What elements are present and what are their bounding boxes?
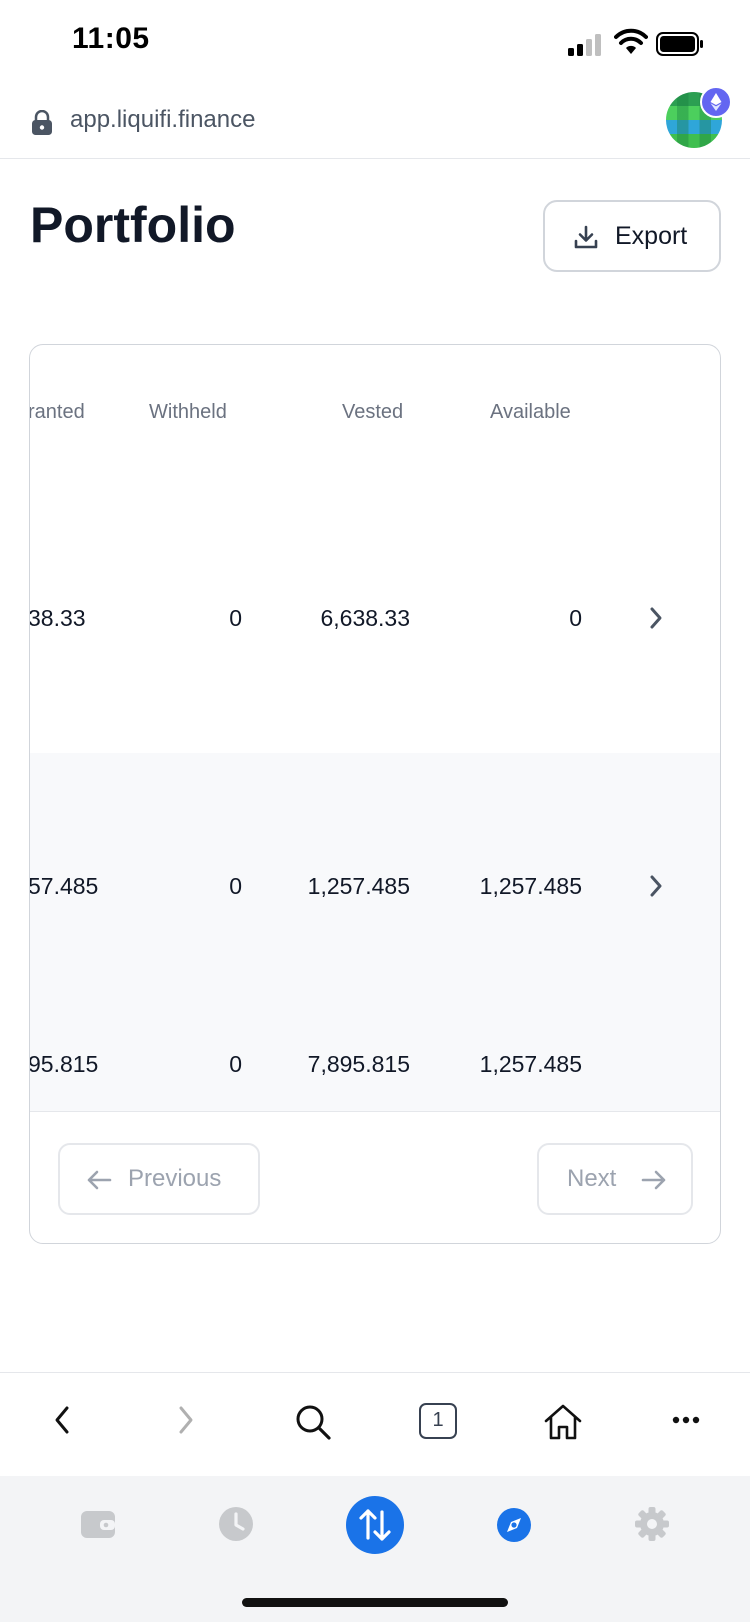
history-clock-icon[interactable] [218, 1506, 254, 1542]
status-bar: 11:05 [0, 0, 750, 88]
column-header-withheld: Withheld [149, 401, 227, 423]
table-total-row: 95.815 0 7,895.815 1,257.485 [29, 1019, 720, 1112]
total-available: 1,257.485 [479, 1051, 582, 1077]
wifi-icon [614, 28, 648, 54]
table-row[interactable]: 38.33 0 6,638.33 0 [29, 485, 720, 754]
back-icon[interactable] [52, 1403, 72, 1437]
total-withheld: 0 [229, 1051, 242, 1077]
table-row[interactable]: 57.485 0 1,257.485 1,257.485 [29, 753, 720, 1020]
swap-icon[interactable] [346, 1496, 404, 1554]
battery-icon [656, 32, 703, 56]
browser-url-bar[interactable]: app.liquifi.finance [0, 88, 750, 159]
export-label: Export [615, 222, 688, 250]
status-time: 11:05 [72, 22, 150, 55]
arrow-right-icon [641, 1170, 666, 1190]
home-icon[interactable] [542, 1403, 584, 1441]
column-header-vested: Vested [342, 401, 404, 423]
cell-available: 0 [569, 605, 582, 631]
browser-toolbar: 1 [0, 1372, 750, 1477]
chevron-right-icon[interactable] [648, 874, 664, 898]
cell-vested: 6,638.33 [320, 605, 410, 631]
total-granted: 95.815 [29, 1051, 99, 1077]
browser-compass-icon[interactable] [496, 1507, 532, 1543]
chevron-right-icon[interactable] [648, 606, 664, 630]
export-button[interactable]: Export [543, 200, 721, 272]
cell-granted: 38.33 [29, 605, 86, 631]
lock-icon [32, 110, 52, 135]
url-text: app.liquifi.finance [70, 106, 256, 133]
page-title: Portfolio [30, 197, 236, 253]
cell-vested: 1,257.485 [307, 873, 410, 899]
total-vested: 7,895.815 [307, 1051, 410, 1077]
more-icon[interactable] [672, 1415, 700, 1425]
cellular-signal-icon [568, 34, 601, 56]
previous-button[interactable]: Previous [58, 1143, 260, 1215]
column-header-available: Available [490, 401, 571, 423]
tabs-button[interactable]: 1 [419, 1403, 457, 1439]
portfolio-table: ranted Withheld Vested Available 38.33 0… [29, 344, 721, 1244]
search-icon[interactable] [294, 1403, 332, 1441]
ethereum-icon [700, 86, 732, 118]
cell-withheld: 0 [229, 605, 242, 631]
forward-icon[interactable] [176, 1403, 196, 1437]
settings-gear-icon[interactable] [634, 1506, 670, 1542]
next-label: Next [567, 1165, 617, 1192]
table-header: ranted Withheld Vested Available [29, 345, 720, 486]
arrow-left-icon [87, 1170, 112, 1190]
next-button[interactable]: Next [537, 1143, 693, 1215]
previous-label: Previous [128, 1165, 222, 1192]
home-indicator [242, 1598, 508, 1607]
cell-available: 1,257.485 [479, 873, 582, 899]
cell-granted: 57.485 [29, 873, 99, 899]
cell-withheld: 0 [229, 873, 242, 899]
download-icon [574, 225, 598, 249]
wallet-icon[interactable] [80, 1508, 116, 1540]
column-header-granted: ranted [29, 401, 85, 423]
